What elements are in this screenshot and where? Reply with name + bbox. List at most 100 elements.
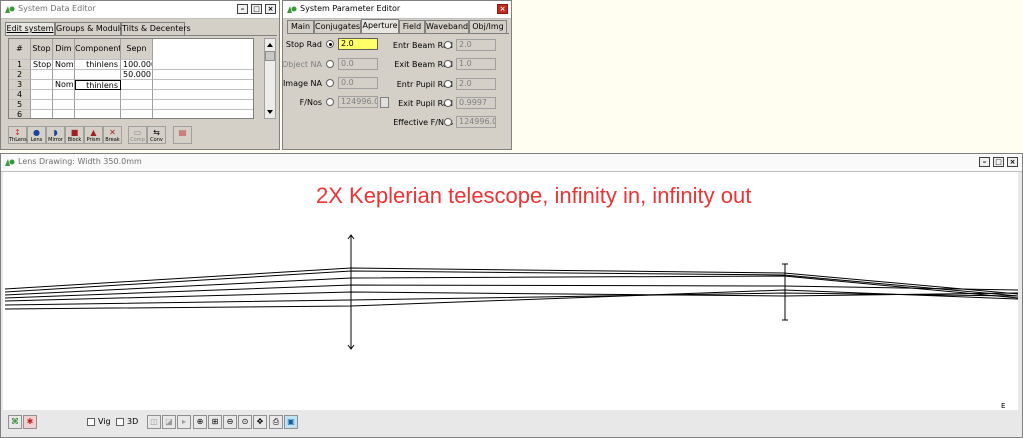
table-cell-num[interactable]: 4 — [9, 90, 31, 100]
table-cell-sepn[interactable] — [121, 100, 153, 110]
copy-image-button[interactable]: ▣ — [284, 415, 298, 429]
tab-main[interactable]: Main — [287, 20, 314, 33]
table-cell-stop[interactable] — [31, 110, 53, 118]
maximize-button[interactable]: □ — [993, 157, 1004, 167]
f-nos-field[interactable]: 124996.0 — [338, 96, 378, 108]
tab-obj-img[interactable]: Obj/Img — [469, 20, 507, 33]
table-cell[interactable] — [153, 100, 253, 110]
close-button[interactable]: × — [497, 4, 508, 14]
print-icon: ⎙ — [272, 417, 280, 426]
break-tool-button[interactable]: ✕ Break — [103, 126, 122, 144]
step-button[interactable]: ▸ — [177, 415, 191, 429]
3d-checkbox[interactable] — [116, 418, 124, 426]
table-cell[interactable] — [153, 60, 253, 70]
scroll-down-icon[interactable] — [265, 107, 275, 117]
table-cell[interactable] — [153, 90, 253, 100]
close-button[interactable]: × — [265, 4, 276, 14]
mirror-tool-button[interactable]: ◗ Mirror — [46, 126, 65, 144]
system-data-editor-titlebar[interactable]: System Data Editor – □ × — [1, 1, 279, 19]
lens-drawing-canvas[interactable]: 2X Keplerian telescope, infinity in, inf… — [3, 172, 1018, 410]
table-cell-dim[interactable]: Nom — [53, 60, 75, 70]
run-button[interactable]: ✱ — [23, 415, 37, 429]
tab-field[interactable]: Field — [399, 20, 425, 33]
image-na-field[interactable]: 0.0 — [338, 77, 378, 89]
table-cell[interactable] — [153, 80, 253, 90]
flip-button[interactable]: ◪ — [162, 415, 176, 429]
table-cell-dim[interactable] — [53, 100, 75, 110]
lens-tool-button[interactable]: ● Lens — [27, 126, 46, 144]
table-cell-sepn[interactable] — [121, 90, 153, 100]
entr-pupil-rad-radio[interactable] — [444, 80, 452, 88]
f-nos-option-button[interactable] — [380, 97, 389, 108]
table-cell-dim[interactable]: Nom — [53, 80, 75, 90]
vig-checkbox[interactable] — [87, 418, 95, 426]
table-cell-stop[interactable] — [31, 90, 53, 100]
zoom-out-button[interactable]: ⊖ — [223, 415, 237, 429]
table-cell-sepn[interactable]: 50.000 — [121, 70, 153, 80]
minimize-button[interactable]: – — [979, 157, 990, 167]
vertical-scrollbar[interactable] — [264, 38, 276, 119]
entr-beam-rad-radio[interactable] — [444, 41, 452, 49]
minimize-button[interactable]: – — [237, 4, 248, 14]
zoom-fit-button[interactable]: ⊙ — [238, 415, 252, 429]
object-na-radio[interactable] — [326, 60, 334, 68]
table-cell-num[interactable]: 2 — [9, 70, 31, 80]
table-cell-component[interactable] — [75, 90, 121, 100]
f-nos-radio[interactable] — [326, 98, 334, 106]
image-na-radio[interactable] — [326, 79, 334, 87]
tab-edit-system[interactable]: Edit system — [5, 22, 55, 35]
table-cell-component[interactable] — [75, 100, 121, 110]
lens-drawing-titlebar[interactable]: Lens Drawing: Width 350.0mm – □ × — [1, 154, 1022, 172]
mirror-icon: ◗ — [53, 128, 58, 137]
table-cell-num[interactable]: 1 — [9, 60, 31, 70]
exit-pupil-rad-radio[interactable] — [444, 99, 452, 107]
exit-beam-rad-radio[interactable] — [444, 60, 452, 68]
zoom-region-button[interactable]: ⊞ — [208, 415, 222, 429]
tab-waveband[interactable]: Waveband — [425, 20, 469, 33]
prism-tool-button[interactable]: ▲ Prism — [84, 126, 103, 144]
table-cell-dim[interactable] — [53, 90, 75, 100]
table-cell-component[interactable]: thinlens — [75, 80, 121, 90]
table-cell-sepn[interactable]: 100.000 — [121, 60, 153, 70]
table-cell-stop[interactable]: Stop — [31, 60, 53, 70]
stop-rad-field[interactable]: 2.0 — [338, 38, 378, 50]
zoom-in-button[interactable]: ⊕ — [193, 415, 207, 429]
table-cell-sepn[interactable] — [121, 110, 153, 118]
print-button[interactable]: ⎙ — [269, 415, 283, 429]
table-cell-component[interactable] — [75, 70, 121, 80]
lens-setup-button[interactable]: ⌘ — [8, 415, 22, 429]
table-cell[interactable] — [153, 110, 253, 118]
table-cell-num[interactable]: 5 — [9, 100, 31, 110]
pan-button[interactable]: ✥ — [253, 415, 267, 429]
table-cell-stop[interactable] — [31, 100, 53, 110]
thin-lens-tool-button[interactable]: ↕ ThLens — [8, 126, 27, 144]
close-button[interactable]: × — [1007, 157, 1018, 167]
block-tool-button[interactable]: ■ Block — [65, 126, 84, 144]
scroll-thumb[interactable] — [265, 51, 275, 61]
table-cell-stop[interactable] — [31, 80, 53, 90]
notes-tool-button[interactable]: ▤ — [173, 126, 192, 144]
effective-f-nos-radio[interactable] — [444, 118, 452, 126]
system-parameter-editor-window: System Parameter Editor × Main Conjugate… — [282, 0, 512, 150]
rotate-button[interactable]: ◫ — [147, 415, 161, 429]
stop-rad-radio[interactable] — [326, 40, 334, 48]
system-parameter-editor-titlebar[interactable]: System Parameter Editor × — [283, 1, 511, 19]
tab-groups-modules[interactable]: Groups & Modules — [55, 22, 129, 35]
table-cell-dim[interactable] — [53, 110, 75, 118]
tab-aperture[interactable]: Aperture — [361, 19, 399, 33]
table-cell-component[interactable]: thinlens — [75, 60, 121, 70]
table-cell-component[interactable] — [75, 110, 121, 118]
scroll-up-icon[interactable] — [265, 40, 275, 50]
table-cell-dim[interactable] — [53, 70, 75, 80]
lens-icon: ● — [33, 128, 40, 137]
conv-tool-button[interactable]: ⇆ Conv — [147, 126, 166, 144]
tab-tilts-decenters[interactable]: Tilts & Decenters — [121, 22, 191, 35]
table-cell[interactable] — [153, 70, 253, 80]
maximize-button[interactable]: □ — [251, 4, 262, 14]
table-cell-sepn[interactable] — [121, 80, 153, 90]
tab-conjugates[interactable]: Conjugates — [314, 20, 361, 33]
table-cell-stop[interactable] — [31, 70, 53, 80]
comp-tool-button[interactable]: ▭ Comp — [128, 126, 147, 144]
table-cell-num[interactable]: 6 — [9, 110, 31, 118]
table-cell-num[interactable]: 3 — [9, 80, 31, 90]
